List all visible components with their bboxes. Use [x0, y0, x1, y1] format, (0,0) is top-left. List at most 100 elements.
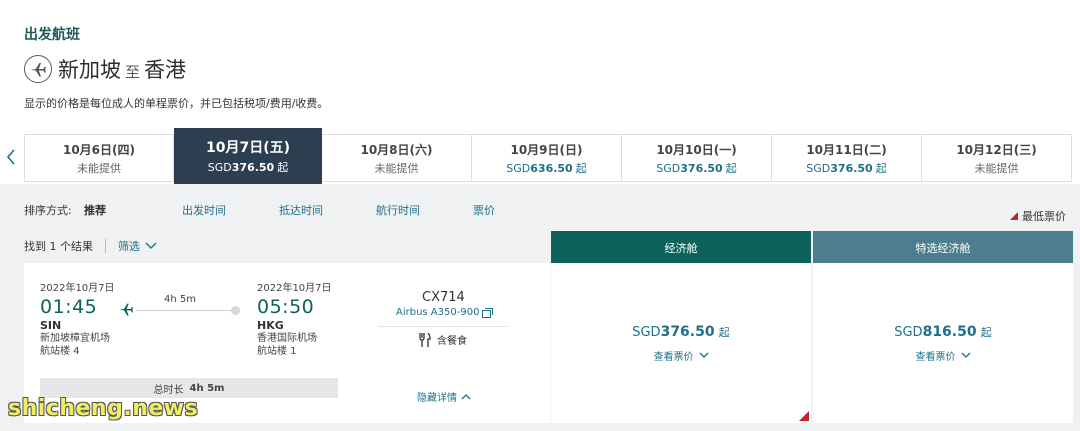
date-tab-amount: 376.50	[680, 161, 723, 175]
fare-premium-economy[interactable]: SGD816.50 起 查看票价	[813, 263, 1073, 423]
total-duration-bar: 总时长 4h 5m	[40, 378, 338, 398]
arrival-date: 2022年10月7日	[257, 283, 332, 294]
arrival-dot	[231, 306, 240, 315]
results-summary: 找到 1 个结果 筛选	[24, 238, 157, 254]
date-tab-suffix: 起	[725, 161, 737, 175]
date-tab[interactable]: 10月9日(日) SGD636.50 起	[472, 134, 622, 182]
date-tab[interactable]: 10月10日(一) SGD376.50 起	[622, 134, 772, 182]
chevron-down-icon	[961, 352, 970, 358]
flight-duration: 4h 5m	[164, 294, 196, 305]
airplane-icon	[118, 301, 134, 321]
date-tab-amount: 376.50	[231, 161, 275, 174]
departure-code: SIN	[40, 319, 62, 332]
arrival-airport: 香港国际机场	[257, 333, 317, 344]
date-tab-date: 10月12日(三)	[956, 142, 1037, 157]
view-fares-label: 查看票价	[915, 351, 956, 363]
date-tab-price: SGD376.50 起	[208, 159, 288, 175]
sort-row: 排序方式:	[24, 202, 78, 218]
date-tab-suffix: 起	[875, 161, 887, 175]
divider	[105, 239, 106, 253]
cutlery-icon	[419, 332, 431, 347]
date-tab[interactable]: 10月7日(五) SGD376.50 起	[174, 128, 322, 184]
fare-economy-price: SGD376.50 起	[632, 324, 730, 340]
fare-premium-amount: 816.50	[922, 323, 977, 340]
cabin-header-economy: 经济舱	[551, 231, 811, 264]
lowest-fare-legend: 最低票价	[1010, 208, 1066, 224]
sort-recommended[interactable]: 推荐	[84, 202, 106, 218]
route-header: 新加坡 至 香港	[24, 54, 186, 84]
date-tab-date: 10月7日(五)	[205, 140, 291, 156]
section-title: 出发航班	[24, 27, 80, 43]
sort-departure-time[interactable]: 出发时间	[182, 202, 226, 218]
destination-city: 香港	[144, 58, 187, 82]
sort-flight-time[interactable]: 航行时间	[376, 202, 420, 218]
price-note: 显示的价格是每位成人的单程票价，并已包括税项/费用/收费。	[24, 97, 329, 110]
sort-fare[interactable]: 票价	[473, 202, 495, 218]
sort-arrival-time[interactable]: 抵达时间	[279, 202, 323, 218]
total-duration-value: 4h 5m	[189, 382, 225, 394]
date-tab-suffix: 起	[575, 161, 587, 175]
date-tab-date: 10月11日(二)	[806, 142, 887, 157]
arrival-time: 05:50	[257, 296, 315, 318]
arrival-code: HKG	[257, 319, 284, 332]
view-fares-label: 查看票价	[653, 351, 694, 363]
date-tab-date: 10月8日(六)	[360, 142, 433, 157]
arrival-terminal: 航站楼 1	[257, 346, 297, 357]
date-tab-price: 未能提供	[974, 161, 1019, 175]
origin-city: 新加坡	[58, 58, 121, 82]
date-strip: 10月6日(四) 未能提供 10月7日(五) SGD376.50 起 10月8日(六) 未能…	[0, 128, 1080, 184]
fare-premium-price: SGD816.50 起	[894, 324, 992, 340]
airplane-icon	[24, 55, 52, 83]
total-duration-label: 总时长	[153, 384, 184, 396]
departure-date: 2022年10月7日	[40, 283, 115, 294]
results-count: 找到 1 个结果	[24, 240, 93, 253]
divider	[378, 326, 508, 327]
view-fares-premium-link[interactable]: 查看票价	[916, 348, 971, 363]
sort-label: 排序方式:	[24, 204, 72, 217]
hide-details-label: 隐藏详情	[417, 393, 457, 404]
date-tab-currency: SGD	[506, 161, 531, 175]
view-fares-economy-link[interactable]: 查看票价	[654, 348, 709, 363]
arrival-segment: 2022年10月7日 05:50 HKG 香港国际机场 航站楼 1	[257, 279, 332, 358]
lowest-fare-marker-icon	[1010, 212, 1018, 220]
date-tab-date: 10月10日(一)	[656, 142, 737, 157]
date-tab-currency: SGD	[207, 161, 232, 174]
date-tab-suffix: 起	[277, 161, 289, 174]
date-tab-price: 未能提供	[374, 161, 419, 175]
lowest-fare-marker-icon	[799, 411, 809, 421]
fare-economy-suffix: 起	[718, 325, 730, 339]
departure-airport: 新加坡樟宜机场	[40, 333, 110, 344]
date-tab-price: 未能提供	[77, 161, 121, 175]
departure-segment: 2022年10月7日 01:45 SIN 新加坡樟宜机场 航站楼 4	[40, 279, 115, 358]
date-tab[interactable]: 10月11日(二) SGD376.50 起	[772, 134, 922, 182]
filter-button[interactable]: 筛选	[118, 238, 157, 254]
chevron-up-icon	[461, 394, 471, 400]
date-tab-currency: SGD	[806, 161, 831, 175]
date-tab-date: 10月9日(日)	[510, 142, 583, 157]
meal-info: 含餐食	[419, 332, 467, 347]
chevron-left-icon[interactable]	[2, 148, 20, 166]
route-separator: 至	[125, 62, 141, 81]
date-tab[interactable]: 10月12日(三) 未能提供	[922, 134, 1072, 182]
route-line	[136, 310, 236, 311]
watermark: shicheng.news	[8, 396, 199, 421]
date-tab-currency: SGD	[656, 161, 681, 175]
chevron-down-icon	[145, 242, 157, 249]
external-window-icon	[482, 307, 494, 318]
hide-details-link[interactable]: 隐藏详情	[417, 389, 471, 404]
fare-premium-currency: SGD	[894, 324, 923, 340]
date-tab-date: 10月6日(四)	[62, 142, 136, 157]
date-tab[interactable]: 10月6日(四) 未能提供	[24, 134, 174, 182]
fare-economy-amount: 376.50	[660, 323, 715, 340]
chevron-down-icon	[699, 352, 708, 358]
date-tab-amount: 376.50	[830, 161, 873, 175]
date-tab-price: SGD636.50 起	[506, 160, 586, 176]
fare-economy[interactable]: SGD376.50 起 查看票价	[551, 263, 811, 423]
date-tab-price: SGD376.50 起	[656, 160, 736, 176]
cabin-header-premium-economy: 特选经济舱	[813, 231, 1073, 264]
fare-economy-currency: SGD	[632, 324, 661, 340]
lowest-fare-label: 最低票价	[1022, 210, 1066, 223]
aircraft-link[interactable]: Airbus A350-900	[396, 307, 494, 318]
date-tab[interactable]: 10月8日(六) 未能提供	[322, 134, 472, 182]
date-tab-price: SGD376.50 起	[806, 160, 886, 176]
